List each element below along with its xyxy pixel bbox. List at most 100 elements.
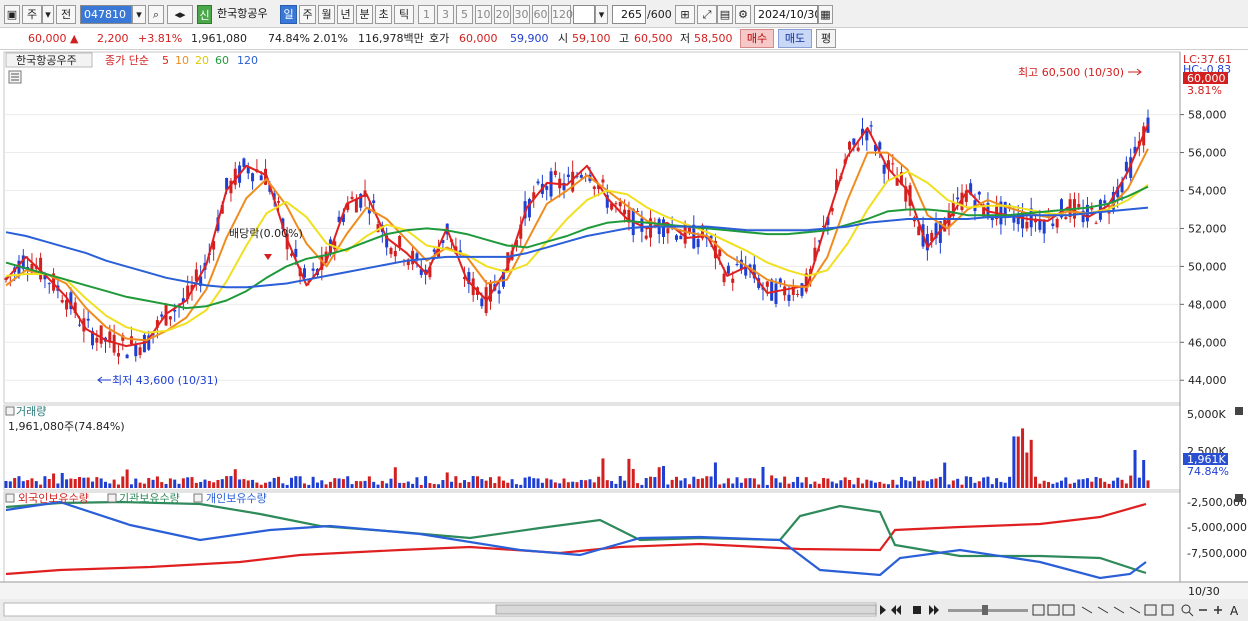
interval-3-button[interactable]: 3 bbox=[437, 5, 454, 24]
holdings-panel[interactable] bbox=[3, 491, 1181, 583]
volume-bar bbox=[424, 476, 428, 488]
volume-bar bbox=[363, 480, 367, 488]
legend-individual[interactable]: 개인보유수량 bbox=[206, 492, 267, 505]
ma5-label[interactable]: 5 bbox=[162, 54, 169, 67]
period-day-button[interactable]: 일 bbox=[280, 5, 297, 24]
volume-panel-close-icon[interactable] bbox=[1235, 407, 1243, 415]
code-dropdown-icon[interactable]: ▾ bbox=[132, 5, 146, 24]
candle-body bbox=[1094, 222, 1098, 224]
open-label: 시 bbox=[558, 32, 569, 45]
period-month-button[interactable]: 월 bbox=[318, 5, 335, 24]
interval-dropdown-icon[interactable]: ▾ bbox=[595, 5, 608, 24]
volume-bar bbox=[852, 484, 856, 488]
candle-body bbox=[882, 164, 886, 174]
period-second-button[interactable]: 초 bbox=[375, 5, 392, 24]
candle-body bbox=[536, 181, 540, 184]
volume-bar bbox=[212, 482, 216, 488]
ma20-label[interactable]: 20 bbox=[195, 54, 209, 67]
volume-bar bbox=[324, 484, 328, 488]
interval-custom-input[interactable] bbox=[573, 5, 595, 24]
ma10-label[interactable]: 10 bbox=[175, 54, 189, 67]
volume-bar bbox=[1124, 483, 1128, 488]
speed-slider-handle[interactable] bbox=[982, 605, 988, 615]
interval-30-button[interactable]: 30 bbox=[513, 5, 530, 24]
auto-scale-icon[interactable]: A bbox=[1230, 604, 1239, 618]
period-minute-button[interactable]: 분 bbox=[356, 5, 373, 24]
candle-body bbox=[47, 283, 51, 285]
interval-10-button[interactable]: 10 bbox=[475, 5, 492, 24]
ma-label[interactable]: 종가 단순 bbox=[105, 54, 149, 67]
volume-bar bbox=[869, 480, 873, 488]
holdings-panel-menu-icon[interactable] bbox=[5, 493, 15, 503]
ma60-label[interactable]: 60 bbox=[215, 54, 229, 67]
prev-button[interactable]: 전 bbox=[56, 5, 76, 24]
save-icon[interactable]: ▤ bbox=[717, 5, 733, 24]
scrollbar-thumb[interactable] bbox=[495, 604, 877, 615]
search-icon[interactable]: ⌕ bbox=[148, 5, 164, 24]
volume-bar bbox=[52, 473, 56, 488]
period-tick-button[interactable]: 틱 bbox=[394, 5, 414, 24]
candle-body bbox=[415, 253, 419, 260]
interval-20-button[interactable]: 20 bbox=[494, 5, 511, 24]
window-menu-icon[interactable]: ▣ bbox=[4, 5, 20, 24]
volume-panel[interactable] bbox=[3, 404, 1181, 491]
volume-bar bbox=[160, 482, 164, 488]
calendar-icon[interactable]: ▦ bbox=[818, 5, 833, 24]
interval-120-button[interactable]: 120 bbox=[551, 5, 573, 24]
volume-bar bbox=[346, 476, 350, 488]
candle-body bbox=[129, 336, 133, 345]
volume-bar bbox=[1129, 475, 1133, 488]
volume-bar bbox=[700, 478, 704, 488]
eval-button[interactable]: 평 bbox=[816, 29, 836, 48]
candle-body bbox=[398, 235, 402, 248]
panel-stock-name[interactable]: 한국항공우주 bbox=[16, 54, 77, 67]
holdings-panel-close-icon[interactable] bbox=[1235, 494, 1243, 502]
legend-institution[interactable]: 기관보유수량 bbox=[119, 492, 180, 505]
holdings-tick-2: -5,000,000 bbox=[1187, 521, 1247, 534]
interval-1-button[interactable]: 1 bbox=[418, 5, 435, 24]
stock-chart[interactable]: 한국항공우주 종가 단순 5 10 20 60 120 LC:37.61 HC:… bbox=[0, 50, 1248, 621]
candle-body bbox=[674, 235, 678, 240]
stock-code-input[interactable]: 047810 bbox=[80, 5, 132, 24]
interval-60-button[interactable]: 60 bbox=[532, 5, 549, 24]
volume-bar bbox=[484, 480, 488, 488]
volume-bar bbox=[873, 482, 877, 488]
crosshair-icon[interactable]: ⊞ bbox=[675, 5, 695, 24]
volume-bar bbox=[964, 476, 968, 488]
sell-button[interactable]: 매도 bbox=[778, 29, 812, 48]
volume-bar bbox=[147, 477, 151, 488]
legend-foreign[interactable]: 외국인보유수량 bbox=[18, 492, 89, 505]
volume-bar bbox=[47, 479, 51, 488]
volume-bar bbox=[125, 469, 129, 488]
period-week-button[interactable]: 주 bbox=[299, 5, 316, 24]
candle-body bbox=[623, 209, 627, 215]
volume-bar bbox=[1051, 483, 1055, 488]
volume-bar bbox=[73, 479, 77, 488]
volume-panel-menu-icon[interactable] bbox=[5, 406, 15, 416]
draw-tool-icon[interactable]: ⤢ bbox=[697, 5, 717, 24]
volume-bar bbox=[1064, 477, 1068, 488]
type-select[interactable]: 주 bbox=[22, 5, 42, 24]
volume-bar bbox=[445, 472, 449, 488]
sound-icon[interactable]: ◂▸ bbox=[167, 5, 193, 24]
period-year-button[interactable]: 년 bbox=[337, 5, 354, 24]
volume-bar bbox=[4, 480, 8, 488]
type-dropdown-icon[interactable]: ▾ bbox=[42, 5, 54, 24]
volume-bar bbox=[350, 484, 354, 488]
interval-5-button[interactable]: 5 bbox=[456, 5, 473, 24]
count-input[interactable]: 265 bbox=[612, 5, 646, 24]
date-input[interactable]: 2024/10/30 bbox=[754, 5, 818, 24]
candle-body bbox=[160, 314, 164, 317]
volume-bar bbox=[765, 484, 769, 488]
ma120-label[interactable]: 120 bbox=[237, 54, 258, 67]
volume-bar bbox=[142, 483, 146, 488]
volume-bar bbox=[233, 469, 237, 488]
buy-button[interactable]: 매수 bbox=[740, 29, 774, 48]
stop-icon[interactable] bbox=[913, 606, 921, 614]
volume-bar bbox=[809, 484, 813, 488]
gear-icon[interactable]: ⚙ bbox=[735, 5, 751, 24]
candle-body bbox=[726, 265, 730, 274]
volume-bar bbox=[69, 478, 73, 488]
volume-title[interactable]: 거래량 bbox=[16, 405, 46, 418]
volume-bar bbox=[588, 479, 592, 488]
